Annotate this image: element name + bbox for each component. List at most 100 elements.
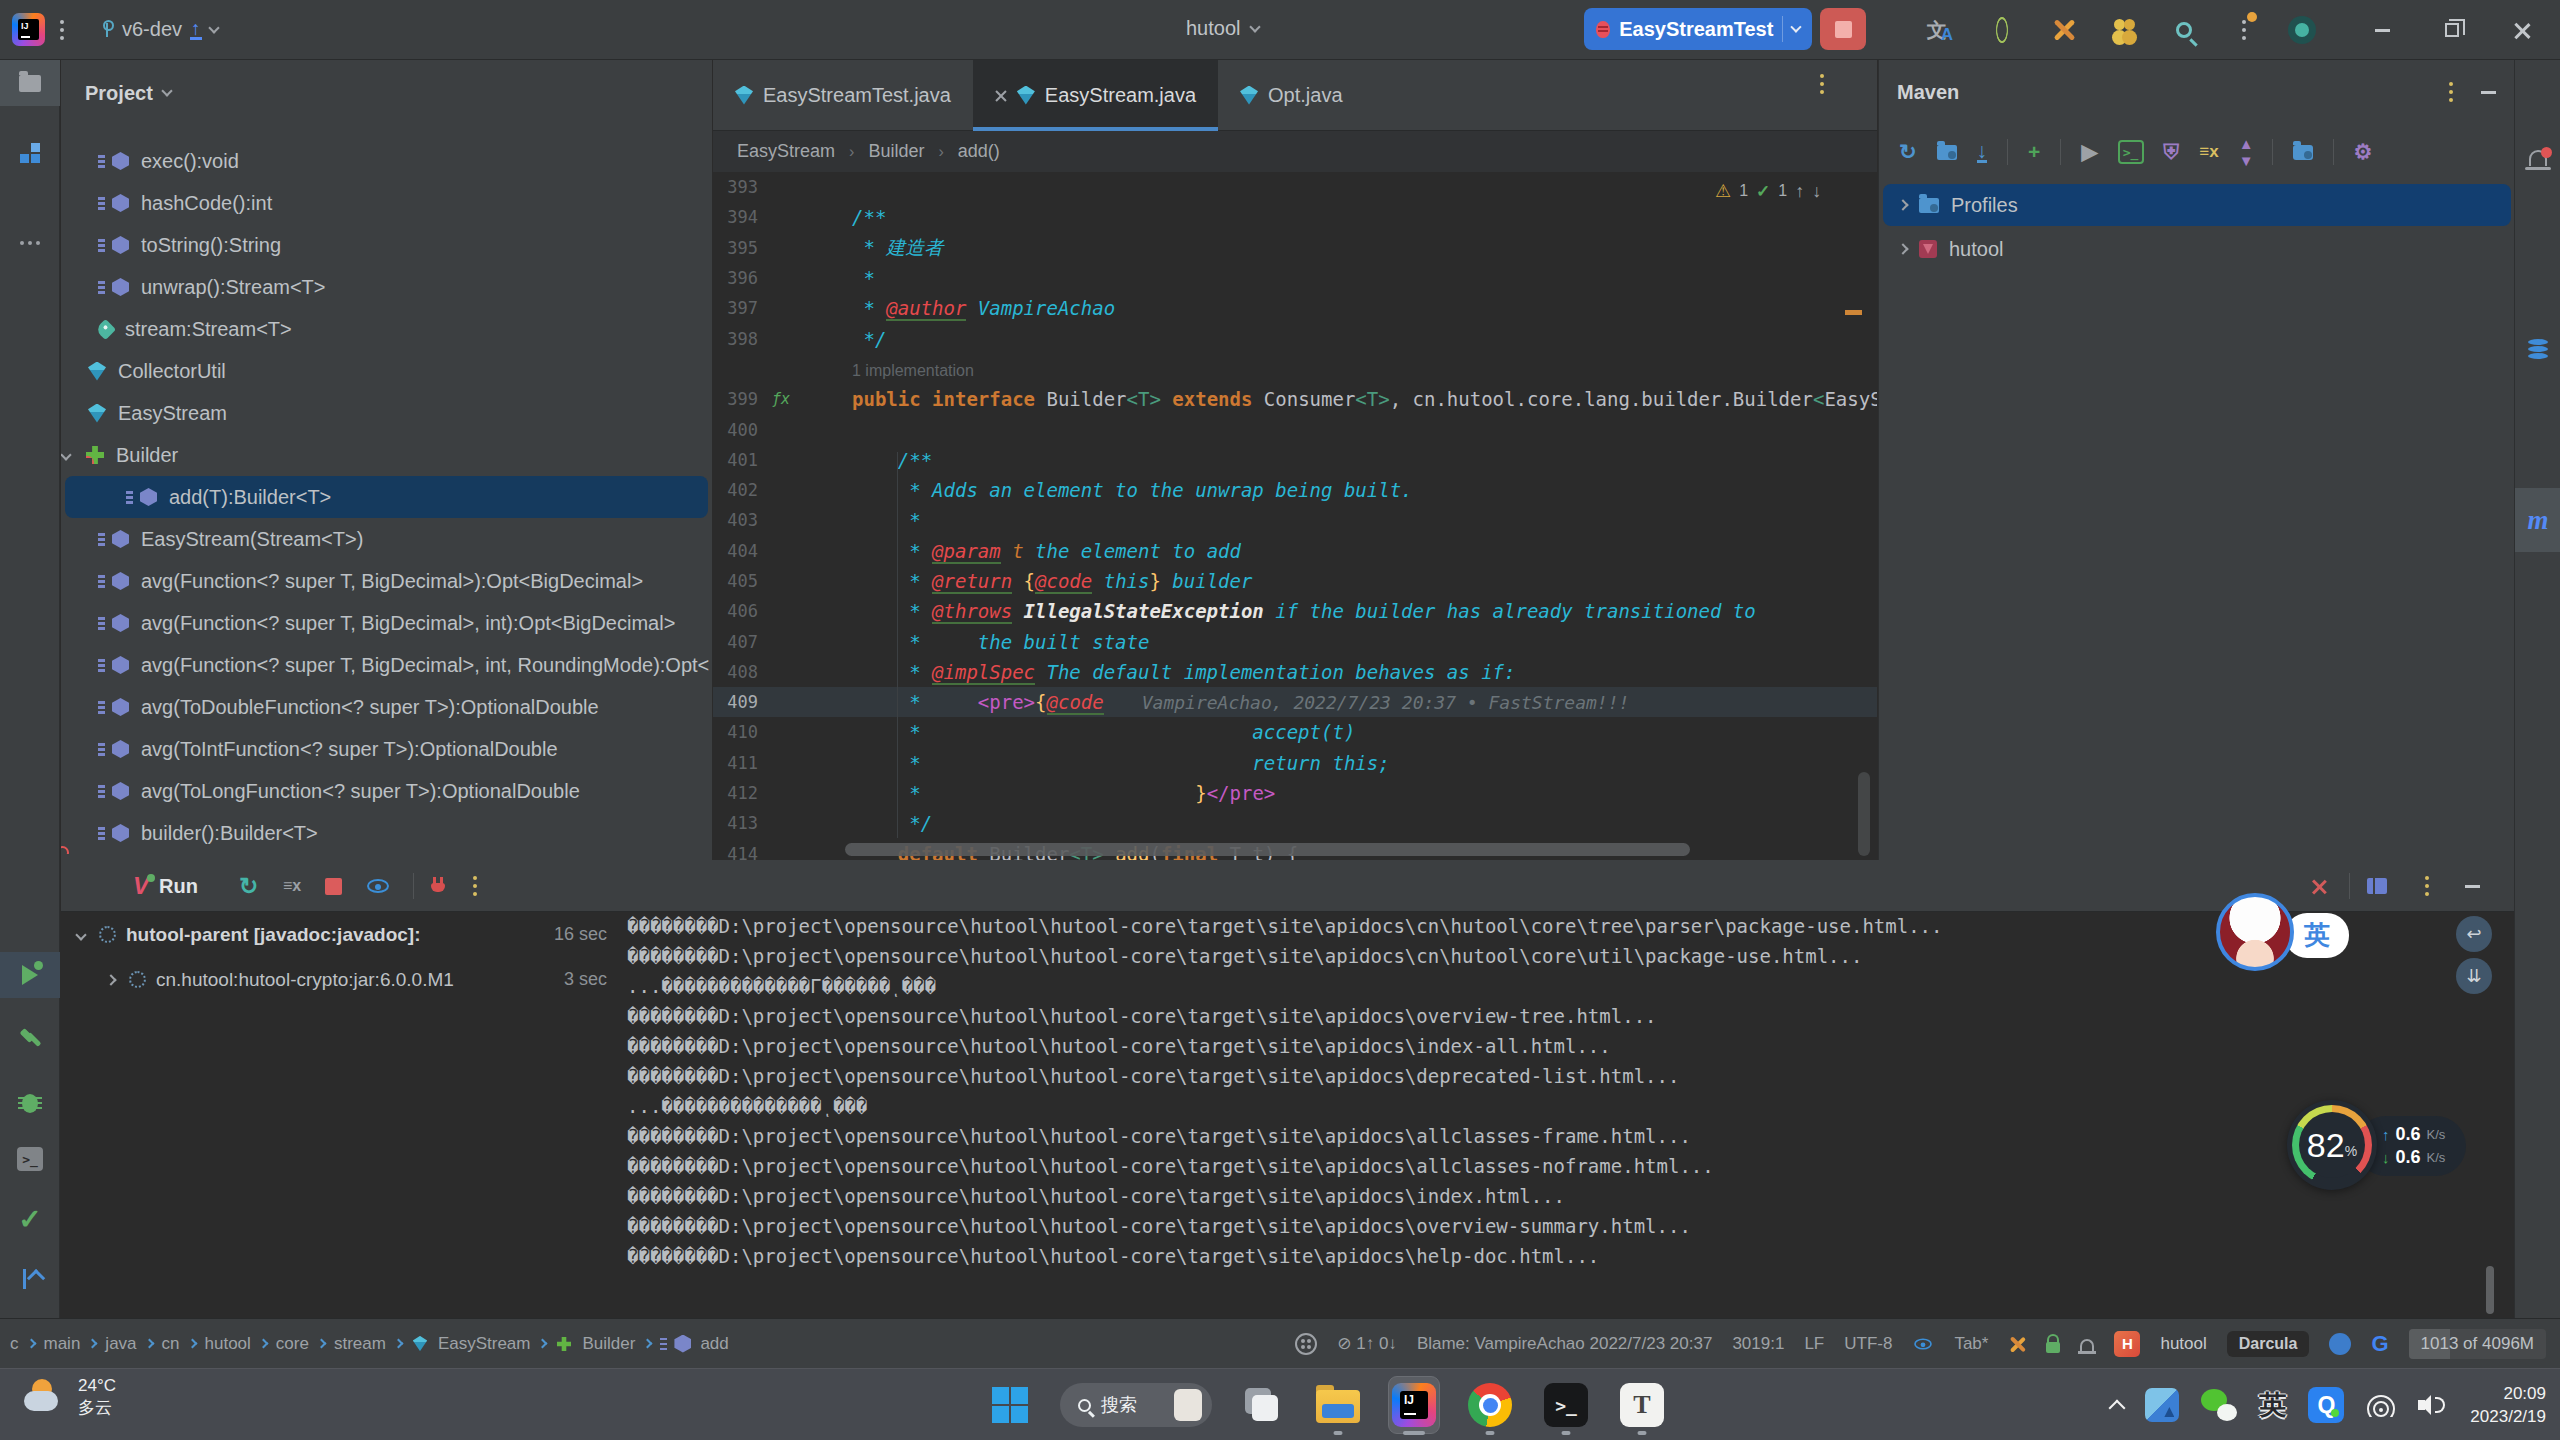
ime-language-pill[interactable]: 英 [2285, 913, 2349, 958]
project-selector[interactable]: hutool [1186, 17, 1259, 40]
ime-avatar-overlay[interactable] [2216, 893, 2294, 971]
status-breadcrumb-item[interactable]: Builder [539, 1334, 635, 1354]
project-tree-item[interactable]: EasyStream(Stream<T>) [61, 518, 712, 560]
minimize-button[interactable] [2365, 14, 2399, 46]
error-stripe-mark[interactable] [1845, 310, 1862, 315]
task-view-button[interactable] [1236, 1373, 1288, 1437]
next-issue-icon[interactable]: ↓ [1812, 181, 1821, 202]
breadcrumb-item[interactable]: Builder [868, 141, 924, 162]
status-breadcrumb-item[interactable]: stream [318, 1334, 386, 1354]
project-panel-header[interactable]: Project [61, 60, 712, 126]
chrome-taskbar-button[interactable] [1464, 1373, 1516, 1437]
status-breadcrumb-item[interactable]: main [28, 1334, 81, 1354]
ime-indicator[interactable]: 英 [2259, 1387, 2286, 1423]
chevron-down-icon[interactable] [75, 929, 86, 940]
git-branch-widget[interactable]: v6-dev ↑ [100, 18, 218, 41]
run-tool-button[interactable] [0, 952, 60, 998]
code-editor[interactable]: 393394/**395 * 建造者396 *397 * @author Vam… [713, 172, 1877, 860]
toggle-skip-tests-icon[interactable]: ⛨ [2164, 140, 2180, 164]
status-breadcrumb-item[interactable]: java [89, 1334, 136, 1354]
hide-run-panel-button[interactable] [2465, 860, 2480, 912]
status-breadcrumb-item[interactable]: hutool [189, 1334, 251, 1354]
users-icon[interactable] [2107, 14, 2141, 46]
volume-icon[interactable] [2418, 1393, 2448, 1417]
maven-tree-item[interactable]: hutool [1883, 228, 2511, 270]
caret-position[interactable]: 3019:1 [1732, 1334, 1784, 1354]
maven-terminal-icon[interactable]: >_ [2118, 140, 2144, 164]
project-tree-item[interactable]: add(T):Builder<T> [65, 476, 708, 518]
close-run-panel-button[interactable] [2311, 860, 2327, 912]
status-breadcrumb-item[interactable]: EasyStream [395, 1334, 531, 1354]
breadcrumb-item[interactable]: EasyStream [737, 141, 835, 162]
project-tree-item[interactable]: builder():Builder<T> [61, 812, 712, 854]
scroll-to-end-button[interactable]: ⇊ [2456, 958, 2492, 994]
weather-widget[interactable]: 24°C 多云 [22, 1375, 116, 1419]
stop-button[interactable] [1820, 8, 1866, 50]
git-tool-button[interactable] [0, 1256, 60, 1302]
project-tree-item[interactable]: hashCode():int [61, 182, 712, 224]
inspection-widget[interactable]: ⚠ 1 ✓ 1 ↑ ↓ [1715, 180, 1821, 202]
search-icon[interactable] [2167, 14, 2201, 46]
more-menu-icon[interactable] [2227, 14, 2261, 46]
main-menu-icon[interactable] [60, 28, 64, 32]
close-button[interactable] [2505, 14, 2539, 46]
project-tree-item[interactable]: avg(ToDoubleFunction<? super T>):Optiona… [61, 686, 712, 728]
project-tree-item[interactable]: Builder [61, 434, 712, 476]
tools-icon[interactable] [2047, 14, 2081, 46]
wifi-icon[interactable] [2366, 1393, 2396, 1417]
start-button[interactable] [984, 1373, 1036, 1437]
implementation-inlay-hint[interactable]: 1 implementation [852, 362, 974, 379]
terminal-tool-button[interactable]: >_ [0, 1136, 60, 1182]
reader-mode-icon[interactable] [1915, 1338, 1933, 1349]
more-tools-button[interactable] [0, 220, 60, 266]
memory-indicator[interactable]: 1013 of 4096M [2409, 1329, 2546, 1359]
project-tree-item[interactable]: unwrap():Stream<T> [61, 266, 712, 308]
photos-tray-icon[interactable] [2145, 1388, 2179, 1422]
commit-checks-button[interactable]: ✓ [0, 1196, 60, 1242]
qq-tray-icon[interactable]: Q [2308, 1387, 2344, 1423]
app-logo-icon[interactable]: IJ [12, 13, 45, 46]
restore-button[interactable] [2435, 14, 2469, 46]
reload-all-icon[interactable] [1937, 145, 1957, 160]
translate-icon[interactable]: 文A [1923, 14, 1957, 46]
tray-expand-icon[interactable] [2109, 1400, 2126, 1417]
chevron-right-icon[interactable] [1897, 199, 1908, 210]
reload-maven-icon[interactable]: ↻ [1899, 140, 1917, 164]
download-sources-icon[interactable]: ↓ [1977, 142, 1988, 163]
file-encoding[interactable]: UTF-8 [1844, 1334, 1892, 1354]
file-explorer-button[interactable] [1312, 1373, 1364, 1437]
run-configuration-button[interactable]: EasyStreamTest [1584, 8, 1812, 50]
project-tree-item[interactable]: CollectorUtil [61, 350, 712, 392]
run-tree-item[interactable]: hutool-parent [javadoc:javadoc]:16 sec [61, 912, 621, 957]
editor-tab[interactable]: EasyStream.java [973, 60, 1218, 130]
project-tree-item[interactable]: avg(Function<? super T, BigDecimal>, int… [61, 602, 712, 644]
project-tree-item[interactable]: avg(ToIntFunction<? super T>):OptionalDo… [61, 728, 712, 770]
lock-icon[interactable] [2046, 1342, 2060, 1353]
project-tree-item[interactable]: toString():String [61, 224, 712, 266]
maven-tool-button[interactable]: m [2515, 488, 2560, 552]
editor-vertical-scrollbar[interactable] [1858, 772, 1870, 856]
project-tree-item[interactable]: avg(Function<? super T, BigDecimal>, int… [61, 644, 712, 686]
notifications-button[interactable] [2515, 130, 2560, 186]
skip-tests-button[interactable]: ≡x [283, 860, 301, 912]
code-with-me-icon[interactable] [1295, 1333, 1317, 1355]
project-tree-item[interactable]: stream:Stream<T> [61, 308, 712, 350]
intellij-taskbar-button[interactable]: IJ [1388, 1373, 1440, 1437]
prev-issue-icon[interactable]: ↑ [1795, 181, 1804, 202]
status-breadcrumb-item[interactable]: add [644, 1334, 728, 1354]
editor-tab[interactable]: Opt.java [1218, 60, 1364, 130]
build-tool-button[interactable] [0, 1018, 60, 1064]
terminal-taskbar-button[interactable]: >_ [1540, 1373, 1592, 1437]
soft-wrap-button[interactable]: ↩ [2456, 916, 2492, 952]
project-tree-item[interactable]: avg(Function<? super T, BigDecimal>):Opt… [61, 560, 712, 602]
add-maven-project-icon[interactable]: + [2028, 140, 2040, 164]
execute-goal-icon[interactable]: ≡x [2199, 142, 2218, 162]
run-more-options[interactable] [473, 860, 477, 912]
attach-debugger-button[interactable] [431, 860, 445, 912]
collapse-all-icon[interactable]: ▲▼ [2239, 135, 2252, 169]
project-tree-item[interactable]: exec():void [61, 140, 712, 182]
status-breadcrumb-item[interactable]: core [260, 1334, 309, 1354]
indent-style[interactable]: Tab* [1954, 1334, 1988, 1354]
layout-settings-button[interactable] [2367, 860, 2387, 912]
status-breadcrumb-item[interactable]: c [10, 1334, 19, 1354]
